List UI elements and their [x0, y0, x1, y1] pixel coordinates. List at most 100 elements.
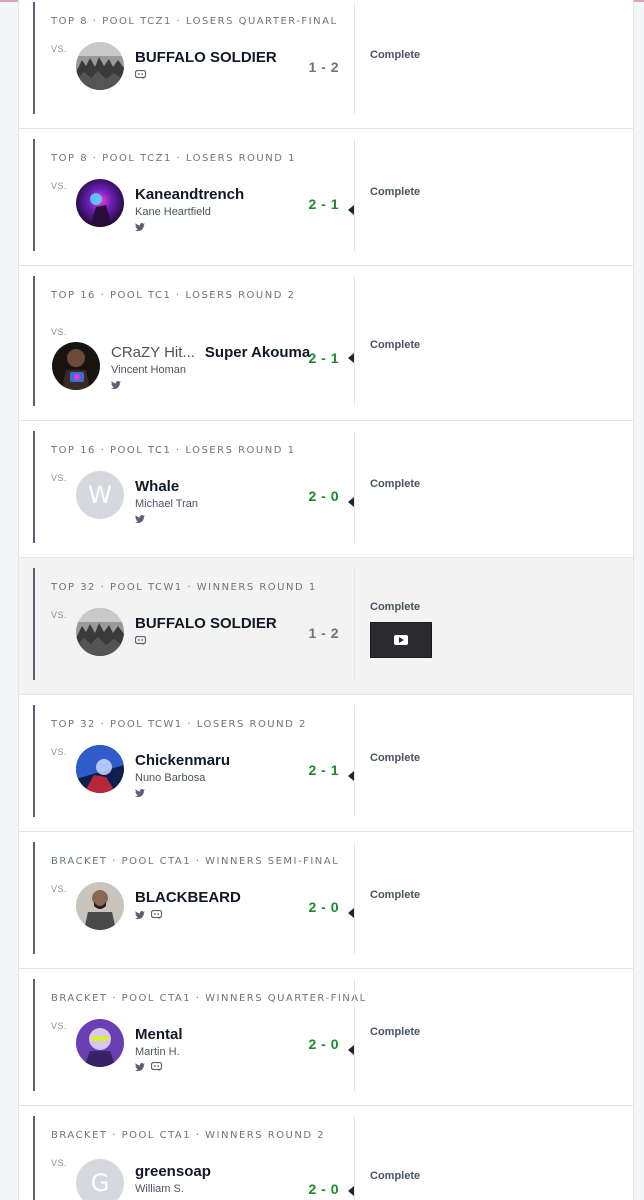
opponent-name[interactable]: Mental	[135, 1026, 183, 1043]
opponent-name[interactable]: BUFFALO SOLDIER	[135, 615, 277, 632]
twitter-icon[interactable]	[111, 380, 121, 390]
match-card[interactable]: TOP 8 · POOL TCZ1 · LOSERS QUARTER-FINAL…	[19, 0, 633, 129]
match-accent-bar	[33, 568, 35, 680]
match-round-label: TOP 32 · POOL TCW1 · WINNERS ROUND 1	[51, 582, 317, 593]
opponent-avatar[interactable]	[52, 342, 100, 390]
opponent-avatar[interactable]: W	[76, 471, 124, 519]
discord-icon[interactable]	[151, 1062, 162, 1072]
match-accent-bar	[33, 431, 35, 543]
opponent-info: CRaZY Hit... Super Akouma Vincent Homan	[111, 344, 310, 391]
match-status: Complete	[370, 601, 421, 613]
social-links	[111, 379, 310, 391]
column-divider	[354, 705, 355, 817]
discord-icon[interactable]	[135, 636, 146, 646]
match-card[interactable]: BRACKET · POOL CTA1 · WINNERS ROUND 2 VS…	[19, 1106, 633, 1200]
opponent-name[interactable]: Chickenmaru	[135, 752, 230, 769]
opponent-avatar[interactable]	[76, 1019, 124, 1067]
match-score: 1 - 2	[308, 59, 339, 75]
opponent-avatar[interactable]	[76, 179, 124, 227]
match-accent-bar	[33, 2, 35, 114]
kaneandtrench-avatar-image	[76, 179, 124, 227]
match-round-label: TOP 16 · POOL TC1 · LOSERS ROUND 2	[51, 290, 296, 301]
opponent-info: BLACKBEARD	[135, 889, 241, 921]
match-score: 2 - 0	[308, 1181, 339, 1197]
match-card[interactable]: BRACKET · POOL CTA1 · WINNERS SEMI-FINAL…	[19, 832, 633, 969]
social-links	[135, 513, 198, 525]
column-divider	[354, 139, 355, 251]
opponent-avatar[interactable]	[76, 608, 124, 656]
opponent-name[interactable]: Whale	[135, 478, 198, 495]
discord-icon[interactable]	[135, 70, 146, 80]
match-card[interactable]: TOP 16 · POOL TC1 · LOSERS ROUND 1 VS. W…	[19, 421, 633, 558]
match-accent-bar	[33, 276, 35, 406]
opponent-name-row: CRaZY Hit... Super Akouma	[111, 344, 310, 361]
opponent-real-name: William S.	[135, 1183, 184, 1195]
social-links	[135, 1061, 183, 1073]
match-card[interactable]: TOP 32 · POOL TCW1 · WINNERS ROUND 1 VS.…	[19, 558, 633, 695]
match-status: Complete	[370, 478, 421, 490]
match-score: 2 - 1	[308, 196, 339, 212]
match-score: 2 - 1	[308, 762, 339, 778]
vs-label: VS.	[51, 610, 68, 620]
opponent-avatar[interactable]: G	[76, 1159, 124, 1200]
twitter-icon[interactable]	[135, 910, 145, 920]
opponent-real-name: Kane Heartfield	[135, 206, 211, 218]
opponent-avatar[interactable]	[76, 745, 124, 793]
match-card[interactable]: TOP 16 · POOL TC1 · LOSERS ROUND 2 VS. C…	[19, 266, 633, 421]
match-round-label: BRACKET · POOL CTA1 · WINNERS SEMI-FINAL	[51, 856, 340, 867]
social-links	[135, 635, 277, 647]
vs-label: VS.	[51, 747, 68, 757]
social-links	[135, 69, 277, 81]
match-history-list: TOP 8 · POOL TCZ1 · LOSERS QUARTER-FINAL…	[18, 0, 634, 1200]
discord-icon[interactable]	[151, 910, 162, 920]
twitter-icon[interactable]	[135, 222, 145, 232]
match-accent-bar	[33, 705, 35, 817]
match-status: Complete	[370, 1170, 421, 1182]
match-status: Complete	[370, 49, 421, 61]
vs-label: VS.	[51, 327, 68, 337]
soldiers-avatar-image	[76, 42, 124, 90]
match-card[interactable]: TOP 8 · POOL TCZ1 · LOSERS ROUND 1 VS. K…	[19, 129, 633, 266]
opponent-avatar[interactable]	[76, 42, 124, 90]
match-round-label: TOP 16 · POOL TC1 · LOSERS ROUND 1	[51, 445, 296, 456]
match-status: Complete	[370, 752, 421, 764]
match-score: 2 - 0	[308, 899, 339, 915]
vs-label: VS.	[51, 1021, 68, 1031]
opponent-real-name: Michael Tran	[135, 498, 198, 510]
avatar-letter: W	[88, 481, 112, 509]
opponent-avatar[interactable]	[76, 882, 124, 930]
opponent-team-prefix: CRaZY Hit...	[111, 344, 195, 361]
twitter-icon[interactable]	[135, 1062, 145, 1072]
match-accent-bar	[33, 139, 35, 251]
vs-label: VS.	[51, 884, 68, 894]
match-score: 2 - 1	[308, 350, 339, 366]
match-accent-bar	[33, 842, 35, 954]
social-links	[135, 221, 244, 233]
opponent-name[interactable]: BLACKBEARD	[135, 889, 241, 906]
twitter-icon[interactable]	[135, 788, 145, 798]
opponent-info: BUFFALO SOLDIER	[135, 615, 277, 647]
match-video-thumbnail[interactable]	[370, 622, 432, 658]
vs-label: VS.	[51, 473, 68, 483]
match-card[interactable]: TOP 32 · POOL TCW1 · LOSERS ROUND 2 VS. …	[19, 695, 633, 832]
opponent-real-name: Nuno Barbosa	[135, 772, 206, 784]
vs-label: VS.	[51, 44, 68, 54]
opponent-name[interactable]: Super Akouma	[205, 344, 310, 361]
column-divider	[354, 431, 355, 543]
vs-label: VS.	[51, 181, 68, 191]
column-divider	[354, 2, 355, 114]
match-card[interactable]: BRACKET · POOL CTA1 · WINNERS QUARTER-FI…	[19, 969, 633, 1106]
match-accent-bar	[33, 979, 35, 1091]
opponent-real-name: Vincent Homan	[111, 364, 187, 376]
match-score: 2 - 0	[308, 1036, 339, 1052]
twitter-icon[interactable]	[135, 514, 145, 524]
match-status: Complete	[370, 186, 421, 198]
match-round-label: TOP 32 · POOL TCW1 · LOSERS ROUND 2	[51, 719, 307, 730]
opponent-name[interactable]: Kaneandtrench	[135, 186, 244, 203]
social-links	[135, 787, 230, 799]
opponent-info: Chickenmaru Nuno Barbosa	[135, 752, 230, 799]
opponent-info: Whale Michael Tran	[135, 478, 198, 525]
opponent-name[interactable]: BUFFALO SOLDIER	[135, 49, 277, 66]
opponent-name[interactable]: greensoap	[135, 1163, 211, 1180]
vs-label: VS.	[51, 1158, 68, 1168]
